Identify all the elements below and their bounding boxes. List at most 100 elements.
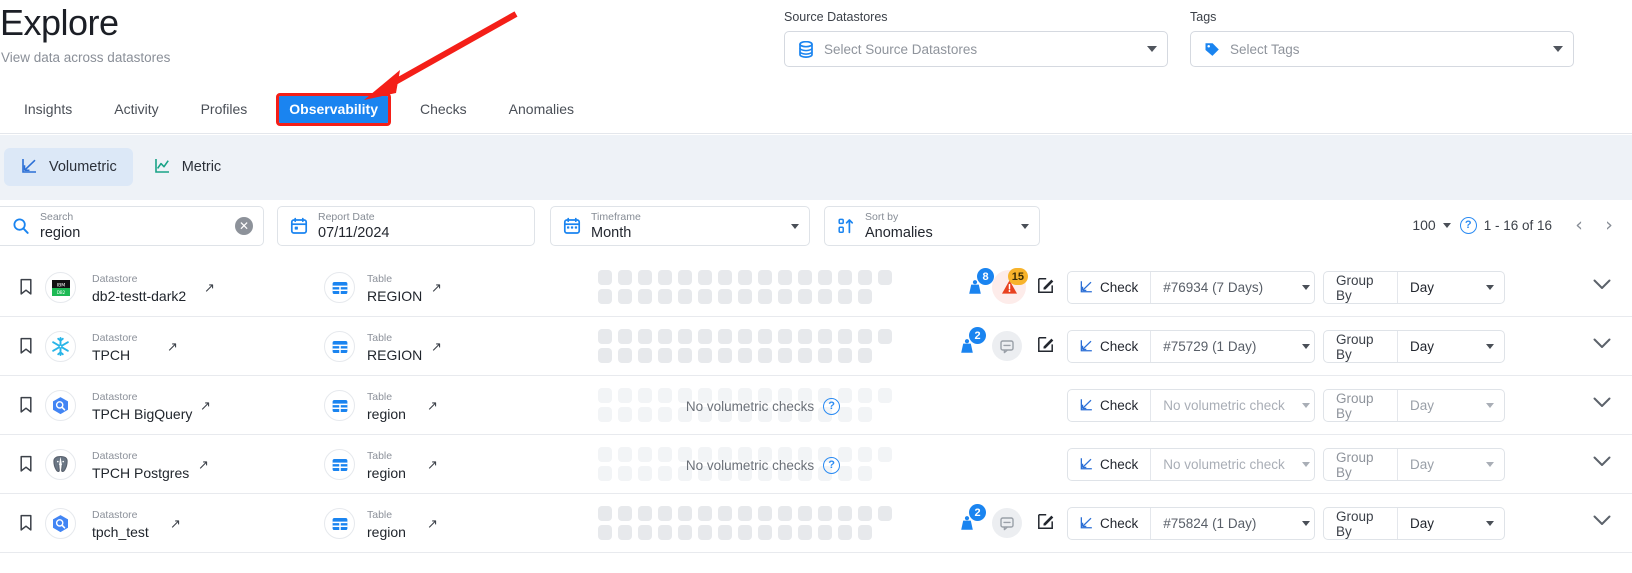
help-icon[interactable]: ? [823,456,841,474]
anomaly-badge[interactable]: 15 [992,268,1028,304]
chevron-down-icon[interactable] [1302,285,1311,290]
table-external-link-icon[interactable]: ↗ [431,281,442,296]
expand-row-chevron-icon[interactable] [1592,278,1612,296]
check-value-dropdown[interactable]: #75729 (1 Day) [1151,331,1314,362]
chevron-down-icon[interactable] [1486,521,1494,526]
check-selector[interactable]: Check No volumetric check [1067,389,1315,422]
edit-icon[interactable] [1037,277,1054,299]
table-row[interactable]: Datastore TPCH Postgres ↗ Table region ↗… [0,435,1632,494]
chevron-down-icon[interactable] [791,223,799,229]
sort-by-value[interactable]: Anomalies [865,225,933,241]
group-by-selector[interactable]: Group By Day [1323,507,1505,540]
table-external-link-icon[interactable]: ↗ [427,399,438,414]
edit-icon[interactable] [1037,336,1054,358]
weight-badge[interactable]: 2 [950,327,986,363]
bookmark-icon[interactable] [19,455,33,478]
table-row[interactable]: Datastore TPCH BigQuery ↗ Table region ↗… [0,376,1632,435]
chevron-down-icon[interactable] [1486,285,1494,290]
group-by-selector[interactable]: Group By Day [1323,330,1505,363]
check-value-dropdown[interactable]: No volumetric check [1151,449,1314,480]
chevron-down-icon[interactable] [1553,46,1563,52]
bookmark-icon[interactable] [19,337,33,360]
next-page-button[interactable]: › [1594,214,1624,236]
chevron-down-icon[interactable] [1302,344,1311,349]
group-by-value-dropdown[interactable]: Day [1398,508,1504,539]
bookmark-icon[interactable] [19,396,33,419]
tab-activity[interactable]: Activity [104,96,168,123]
report-date-value[interactable]: 07/11/2024 [318,225,390,241]
weight-badge[interactable]: 8 [958,268,994,304]
subtab-metric[interactable]: Metric [137,148,237,186]
chevron-down-icon[interactable] [1302,403,1311,408]
tab-observability[interactable]: Observability [276,93,391,126]
tags-select[interactable]: Select Tags [1190,31,1574,67]
help-icon[interactable]: ? [823,397,841,415]
datastore-caption: Datastore [92,450,138,462]
bookmark-icon[interactable] [19,514,33,537]
clear-search-button[interactable]: ✕ [235,217,253,235]
check-label: Check [1068,508,1152,539]
chevron-down-icon[interactable] [1302,462,1311,467]
chevron-down-icon[interactable] [1486,462,1494,467]
group-by-value-dropdown[interactable]: Day [1398,331,1504,362]
group-by-value: Day [1410,339,1435,354]
datastore-external-link-icon[interactable]: ↗ [204,281,215,296]
expand-row-chevron-icon[interactable] [1592,396,1612,414]
check-selector[interactable]: Check #75729 (1 Day) [1067,330,1315,363]
report-date-field[interactable]: Report Date 07/11/2024 [277,206,535,246]
chevron-down-icon[interactable] [1021,223,1029,229]
timeframe-field[interactable]: Timeframe Month [550,206,810,246]
table-external-link-icon[interactable]: ↗ [427,458,438,473]
datastore-cell: Datastore TPCH BigQuery [92,392,192,421]
group-by-value-dropdown[interactable]: Day [1398,390,1504,421]
tab-checks[interactable]: Checks [410,96,477,123]
status-badge[interactable] [992,331,1022,361]
expand-row-chevron-icon[interactable] [1592,514,1612,532]
datastore-external-link-icon[interactable]: ↗ [167,340,178,355]
timeframe-value[interactable]: Month [591,225,641,241]
status-badge[interactable] [992,508,1022,538]
tab-profiles[interactable]: Profiles [191,96,258,123]
help-icon[interactable]: ? [1459,216,1477,234]
tab-anomalies[interactable]: Anomalies [499,96,584,123]
datastore-external-link-icon[interactable]: ↗ [170,517,181,532]
group-by-value-dropdown[interactable]: Day [1398,272,1504,303]
check-value-dropdown[interactable]: No volumetric check [1151,390,1314,421]
group-by-selector[interactable]: Group By Day [1323,271,1505,304]
datastore-external-link-icon[interactable]: ↗ [198,458,209,473]
sort-by-field[interactable]: Sort by Anomalies [824,206,1040,246]
table-row[interactable]: Datastore tpch_test ↗ Table region ↗ 2 C… [0,494,1632,553]
check-value-dropdown[interactable]: #76934 (7 Days) [1151,272,1314,303]
search-caption: Search [40,211,74,223]
bookmark-icon[interactable] [19,278,33,301]
expand-row-chevron-icon[interactable] [1592,455,1612,473]
table-external-link-icon[interactable]: ↗ [427,517,438,532]
group-by-selector[interactable]: Group By Day [1323,389,1505,422]
tab-insights[interactable]: Insights [14,96,82,123]
chevron-down-icon[interactable] [1147,46,1157,52]
table-grid-icon [324,390,355,421]
table-external-link-icon[interactable]: ↗ [431,340,442,355]
page-size-value[interactable]: 100 [1412,217,1435,233]
subtab-volumetric[interactable]: Volumetric [4,148,133,186]
table-row[interactable]: IBM DB2 Datastore db2-testt-dark2 ↗ Table… [0,258,1632,317]
check-selector[interactable]: Check #76934 (7 Days) [1067,271,1315,304]
check-value-dropdown[interactable]: #75824 (1 Day) [1151,508,1314,539]
expand-row-chevron-icon[interactable] [1592,337,1612,355]
group-by-selector[interactable]: Group By Day [1323,448,1505,481]
chevron-down-icon[interactable] [1486,403,1494,408]
check-selector[interactable]: Check #75824 (1 Day) [1067,507,1315,540]
chevron-down-icon[interactable] [1442,222,1451,228]
prev-page-button[interactable]: ‹ [1564,214,1594,236]
weight-badge[interactable]: 2 [950,504,986,540]
source-datastores-select[interactable]: Select Source Datastores [784,31,1168,67]
datastore-external-link-icon[interactable]: ↗ [200,399,211,414]
search-input[interactable]: region [40,225,80,241]
search-field[interactable]: Search region ✕ [0,206,264,246]
edit-icon[interactable] [1037,513,1054,535]
table-row[interactable]: Datastore TPCH ↗ Table REGION ↗ 2 Check … [0,317,1632,376]
group-by-value-dropdown[interactable]: Day [1398,449,1504,480]
chevron-down-icon[interactable] [1302,521,1311,526]
check-selector[interactable]: Check No volumetric check [1067,448,1315,481]
chevron-down-icon[interactable] [1486,344,1494,349]
